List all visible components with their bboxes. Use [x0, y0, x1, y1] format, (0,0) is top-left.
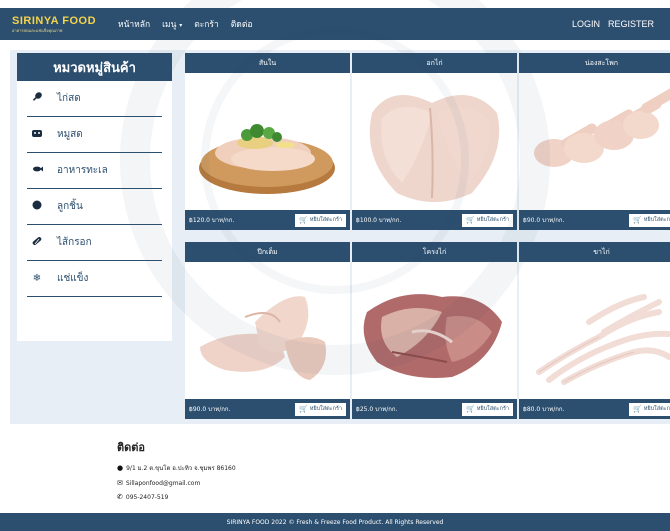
sidebar-item-meatballs[interactable]: ลูกชิ้น: [27, 189, 162, 225]
brand-tagline: อาหารสดและแช่แข็งคุณภาพ: [12, 28, 63, 33]
nav-link-contact[interactable]: ติดต่อ: [231, 17, 253, 31]
ball-icon: [29, 199, 45, 214]
contact-email-text[interactable]: Sillaponfood@gmail.com: [126, 480, 200, 487]
add-to-cart-label: หยิบใส่ตะกร้า: [643, 406, 670, 412]
add-to-cart-button[interactable]: 🛒 หยิบใส่ตะกร้า: [462, 402, 513, 416]
product-price: ฿120.0 บาท/กก.: [189, 217, 235, 224]
product-image-chicken-wing[interactable]: [185, 262, 350, 399]
cart-icon: 🛒: [466, 216, 475, 224]
contact-email: ✉ Sillaponfood@gmail.com: [117, 479, 236, 487]
add-to-cart-label: หยิบใส่ตะกร้า: [309, 406, 342, 412]
phone-icon: ✆: [117, 493, 123, 501]
brand-name[interactable]: SIRINYA FOOD: [12, 15, 104, 27]
fish-icon: [29, 163, 45, 178]
cart-icon: 🛒: [299, 405, 308, 413]
page-footer: SIRINYA FOOD 2022 © Fresh & Freeze Food …: [0, 513, 670, 531]
sidebar-item-label: ไส้กรอก: [57, 237, 92, 248]
product-card: ปีกเต็ม ฿90.0 บาท/กก. 🛒 หยิบใส่ตะกร้า: [185, 242, 350, 419]
product-footer: ฿90.0 บาท/กก. 🛒 หยิบใส่ตะกร้า: [519, 210, 670, 230]
chevron-down-icon: ▾: [179, 22, 183, 29]
nav-link-cart[interactable]: ตะกร้า: [194, 17, 219, 31]
product-card: สันใน ฿120.0 บาท/กก. 🛒 หยิบใส่ตะกร้า: [185, 53, 350, 230]
contact-phone-text[interactable]: 095-2407-519: [126, 494, 169, 501]
brand-logo[interactable]: SIRINYA FOOD อาหารสดและแช่แข็งคุณภาพ: [12, 11, 104, 37]
nav-links: หน้าหลัก เมนู ▾ ตะกร้า ติดต่อ: [118, 17, 252, 31]
product-title: น่องสะโพก: [519, 53, 670, 73]
sidebar-item-label: ไก่สด: [57, 93, 81, 104]
product-image-chicken-carcass[interactable]: [352, 262, 517, 399]
snowflake-icon: ❄: [32, 273, 42, 284]
product-card: โครงไก่ ฿25.0 บาท/กก. 🛒 หยิบใส่ตะกร้า: [352, 242, 517, 419]
contact-title: ติดต่อ: [117, 441, 146, 454]
add-to-cart-button[interactable]: 🛒 หยิบใส่ตะกร้า: [295, 402, 346, 416]
map-marker-icon: ●: [117, 464, 124, 472]
auth-links: LOGIN REGISTER: [572, 19, 654, 29]
product-card: อกไก่ ฿100.0 บาท/กก. 🛒 หยิบใส่ตะกร้า: [352, 53, 517, 230]
nav-link-home[interactable]: หน้าหลัก: [118, 17, 150, 31]
envelope-icon: ✉: [117, 479, 123, 487]
product-image-chicken-breast[interactable]: [352, 73, 517, 210]
login-link[interactable]: LOGIN: [572, 19, 600, 29]
sausage-icon: [29, 235, 45, 250]
pig-icon: [29, 127, 45, 142]
navbar: SIRINYA FOOD อาหารสดและแช่แข็งคุณภาพ หน้…: [0, 0, 670, 48]
cart-icon: 🛒: [466, 405, 475, 413]
add-to-cart-button[interactable]: 🛒 หยิบใส่ตะกร้า: [295, 213, 346, 227]
product-price: ฿90.0 บาท/กก.: [189, 406, 231, 413]
product-price: ฿25.0 บาท/กก.: [356, 406, 398, 413]
product-footer: ฿80.0 บาท/กก. 🛒 หยิบใส่ตะกร้า: [519, 399, 670, 419]
product-image-chicken-feet[interactable]: [519, 262, 670, 399]
product-footer: ฿25.0 บาท/กก. 🛒 หยิบใส่ตะกร้า: [352, 399, 517, 419]
category-sidebar: หมวดหมู่สินค้า ไก่สด หมูสด อาหารทะเล ลูก…: [17, 53, 172, 341]
add-to-cart-label: หยิบใส่ตะกร้า: [309, 217, 342, 223]
add-to-cart-button[interactable]: 🛒 หยิบใส่ตะกร้า: [462, 213, 513, 227]
sidebar-item-fresh-chicken[interactable]: ไก่สด: [27, 81, 162, 117]
product-title: ขาไก่: [519, 242, 670, 262]
sidebar-item-frozen[interactable]: ❄ แช่แข็ง: [27, 261, 162, 297]
navbar-bar: SIRINYA FOOD อาหารสดและแช่แข็งคุณภาพ หน้…: [0, 8, 670, 40]
product-card: น่องสะโพก ฿90.0 บาท/กก. 🛒 หยิบใส่ตะกร้า: [519, 53, 670, 230]
contact-address: ● 9/1 ม.2 ต.ขุนโต อ.ปะทิว จ.ชุมพร 86160: [117, 463, 236, 473]
sidebar-item-label: หมูสด: [57, 129, 83, 140]
sidebar-item-fresh-pork[interactable]: หมูสด: [27, 117, 162, 153]
product-footer: ฿120.0 บาท/กก. 🛒 หยิบใส่ตะกร้า: [185, 210, 350, 230]
contact-section: ติดต่อ ● 9/1 ม.2 ต.ขุนโต อ.ปะทิว จ.ชุมพร…: [117, 438, 236, 507]
product-image-chicken-tenderloin[interactable]: [185, 73, 350, 210]
footer-copyright: SIRINYA FOOD 2022 © Fresh & Freeze Food …: [226, 518, 444, 526]
product-price: ฿80.0 บาท/กก.: [523, 406, 565, 413]
sidebar-item-label: ลูกชิ้น: [57, 201, 83, 212]
drumstick-icon: [29, 91, 45, 106]
nav-link-menu-label: เมนู: [162, 20, 177, 30]
sidebar-item-label: แช่แข็ง: [57, 273, 89, 284]
product-title: โครงไก่: [352, 242, 517, 262]
add-to-cart-button[interactable]: 🛒 หยิบใส่ตะกร้า: [629, 402, 670, 416]
add-to-cart-button[interactable]: 🛒 หยิบใส่ตะกร้า: [629, 213, 670, 227]
add-to-cart-label: หยิบใส่ตะกร้า: [476, 217, 509, 223]
product-footer: ฿100.0 บาท/กก. 🛒 หยิบใส่ตะกร้า: [352, 210, 517, 230]
product-footer: ฿90.0 บาท/กก. 🛒 หยิบใส่ตะกร้า: [185, 399, 350, 419]
cart-icon: 🛒: [299, 216, 308, 224]
sidebar-item-sausage[interactable]: ไส้กรอก: [27, 225, 162, 261]
contact-address-text: 9/1 ม.2 ต.ขุนโต อ.ปะทิว จ.ชุมพร 86160: [126, 465, 236, 472]
sidebar-item-label: อาหารทะเล: [57, 165, 108, 176]
product-image-chicken-drumstick[interactable]: [519, 73, 670, 210]
product-price: ฿90.0 บาท/กก.: [523, 217, 565, 224]
product-price: ฿100.0 บาท/กก.: [356, 217, 402, 224]
product-title: สันใน: [185, 53, 350, 73]
product-card: ขาไก่ ฿80.0 บาท/กก. 🛒 หยิบใส่ตะกร้า: [519, 242, 670, 419]
cart-icon: 🛒: [633, 405, 642, 413]
sidebar-item-seafood[interactable]: อาหารทะเล: [27, 153, 162, 189]
product-title: อกไก่: [352, 53, 517, 73]
nav-link-menu[interactable]: เมนู ▾: [162, 17, 182, 31]
cart-icon: 🛒: [633, 216, 642, 224]
product-title: ปีกเต็ม: [185, 242, 350, 262]
contact-phone: ✆ 095-2407-519: [117, 493, 236, 501]
add-to-cart-label: หยิบใส่ตะกร้า: [476, 406, 509, 412]
add-to-cart-label: หยิบใส่ตะกร้า: [643, 217, 670, 223]
sidebar-title: หมวดหมู่สินค้า: [17, 53, 172, 81]
register-link[interactable]: REGISTER: [608, 19, 654, 29]
